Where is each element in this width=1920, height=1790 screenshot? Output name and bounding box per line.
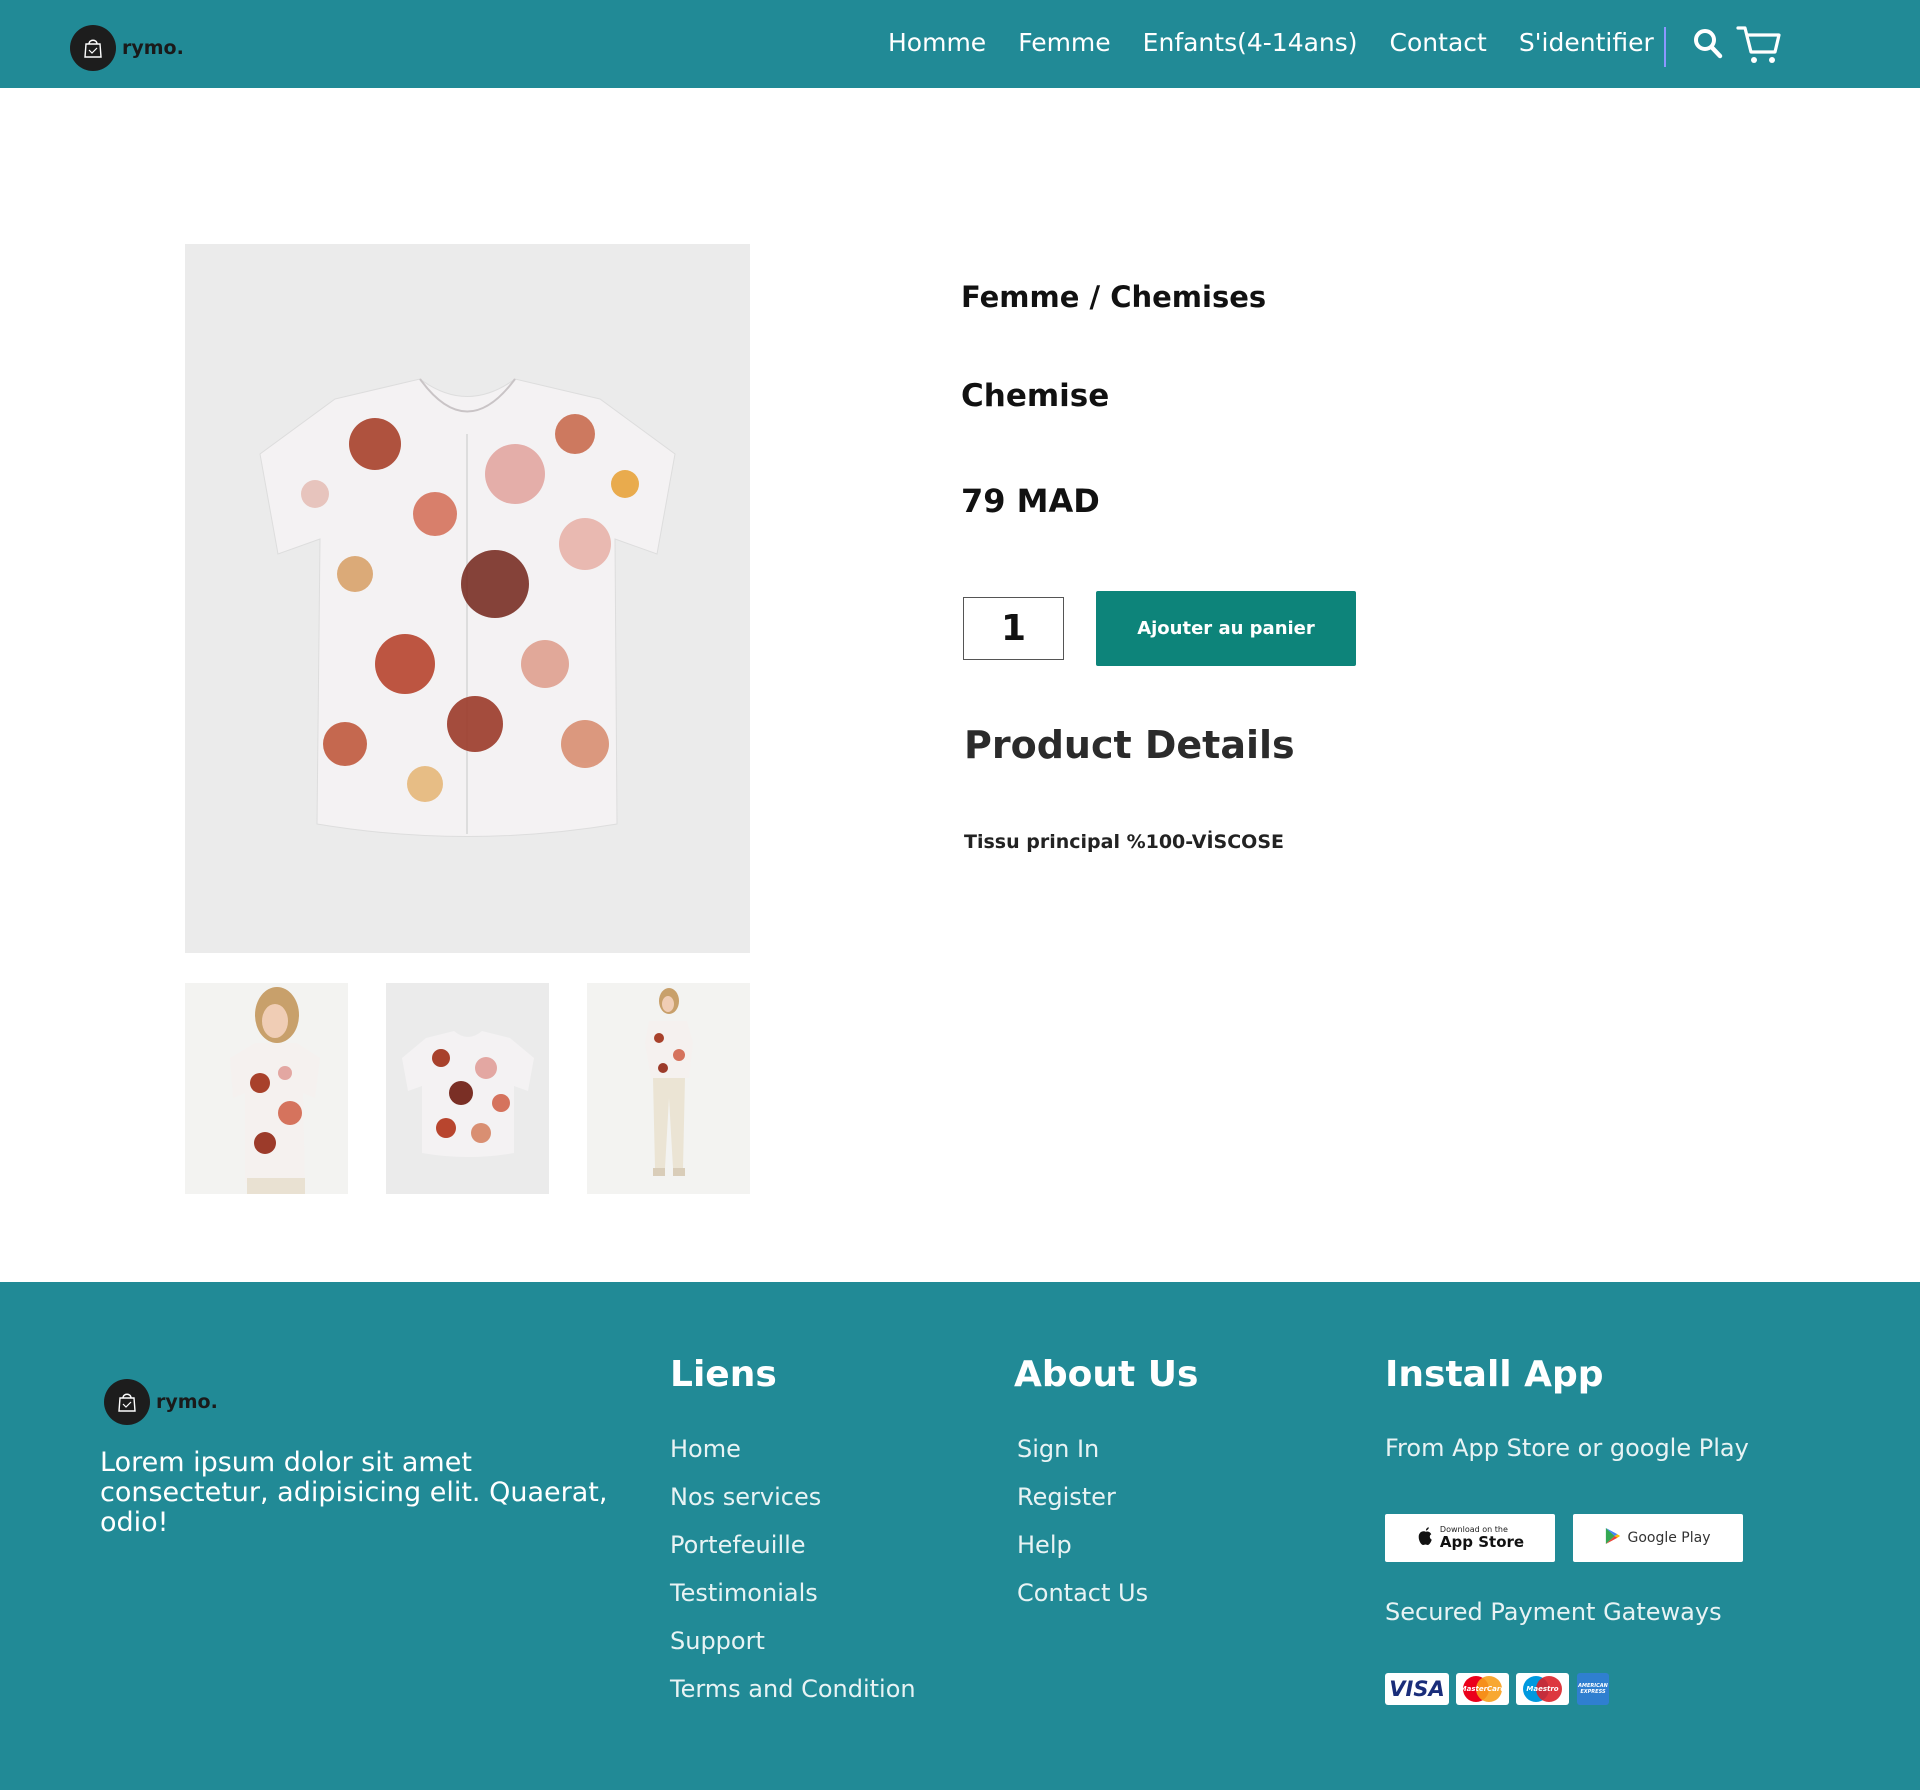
google-play-icon <box>1605 1527 1621 1549</box>
amex-label: AMERICAN EXPRESS <box>1578 1683 1608 1695</box>
main-nav: Homme Femme Enfants(4-14ans) Contact S'i… <box>888 25 1654 61</box>
shirt-flat-image <box>402 1031 534 1157</box>
footer-link-sign-in[interactable]: Sign In <box>1017 1435 1099 1463</box>
footer-link-support[interactable]: Support <box>670 1627 765 1655</box>
brand-name: rymo. <box>122 37 184 59</box>
footer-liens-list: Home Nos services Portefeuille Testimoni… <box>670 1433 916 1721</box>
model-front-image <box>230 987 320 1194</box>
list-item: Portefeuille <box>670 1529 916 1577</box>
breadcrumb: Femme / Chemises <box>961 280 1267 314</box>
list-item: Home <box>670 1433 916 1481</box>
google-play-label: Google Play <box>1627 1530 1711 1546</box>
maestro-label: Maestro <box>1526 1685 1559 1693</box>
list-item: Help <box>1017 1529 1148 1577</box>
visa-icon: VISA <box>1385 1673 1449 1705</box>
list-item: Nos services <box>670 1481 916 1529</box>
footer-about-list: Sign In Register Help Contact Us <box>1017 1433 1148 1625</box>
product-main-image <box>185 244 750 953</box>
footer-brand-name: rymo. <box>156 1391 218 1413</box>
brand-logo[interactable]: rymo. <box>70 25 184 71</box>
product-price: 79 MAD <box>961 482 1100 520</box>
nav-link-enfants[interactable]: Enfants(4-14ans) <box>1143 25 1358 61</box>
product-details-heading: Product Details <box>964 723 1295 767</box>
mastercard-icon: MasterCard <box>1456 1673 1509 1705</box>
visa-label: VISA <box>1389 1677 1445 1701</box>
footer-description: Lorem ipsum dolor sit amet consectetur, … <box>100 1447 608 1538</box>
google-play-button[interactable]: Google Play <box>1573 1514 1743 1562</box>
mastercard-label: MasterCard <box>1459 1685 1506 1693</box>
footer-about-title: About Us <box>1014 1354 1199 1395</box>
install-subtitle: From App Store or google Play <box>1385 1434 1749 1462</box>
product-thumbnail-shirt[interactable] <box>386 983 549 1194</box>
list-item: Support <box>670 1625 916 1673</box>
footer-link-help[interactable]: Help <box>1017 1531 1072 1559</box>
footer-brand-logo[interactable]: rymo. <box>104 1379 218 1425</box>
footer-link-contact-us[interactable]: Contact Us <box>1017 1579 1148 1607</box>
nav-link-contact[interactable]: Contact <box>1390 25 1487 61</box>
amex-icon: AMERICAN EXPRESS <box>1577 1673 1609 1705</box>
product-details-text: Tissu principal %100-VİSCOSE <box>964 831 1284 853</box>
list-item: Testimonials <box>670 1577 916 1625</box>
footer: rymo. Lorem ipsum dolor sit amet consect… <box>0 1282 1920 1790</box>
shopping-bag-icon <box>70 25 116 71</box>
shopping-bag-icon <box>104 1379 150 1425</box>
maestro-icon: Maestro <box>1516 1673 1569 1705</box>
footer-install-title: Install App <box>1385 1354 1604 1395</box>
nav-link-femme[interactable]: Femme <box>1018 25 1110 61</box>
nav-link-homme[interactable]: Homme <box>888 25 986 61</box>
secured-payment-text: Secured Payment Gateways <box>1385 1598 1722 1626</box>
footer-link-portefeuille[interactable]: Portefeuille <box>670 1531 806 1559</box>
model-full-image <box>645 988 693 1176</box>
nav-divider <box>1664 27 1666 67</box>
app-store-label: App Store <box>1439 1533 1525 1551</box>
nav-link-sidentifier[interactable]: S'identifier <box>1519 25 1654 61</box>
footer-liens-title: Liens <box>670 1354 777 1395</box>
list-item: Sign In <box>1017 1433 1148 1481</box>
app-store-button[interactable]: Download on the App Store <box>1385 1514 1555 1562</box>
product-thumbnail-model-full[interactable] <box>587 983 750 1194</box>
list-item: Register <box>1017 1481 1148 1529</box>
list-item: Terms and Condition <box>670 1673 916 1721</box>
list-item: Contact Us <box>1017 1577 1148 1625</box>
search-icon[interactable] <box>1692 26 1724 62</box>
footer-link-testimonials[interactable]: Testimonials <box>670 1579 818 1607</box>
footer-link-terms[interactable]: Terms and Condition <box>670 1675 916 1703</box>
footer-link-home[interactable]: Home <box>670 1435 741 1463</box>
floral-shirt-image <box>259 378 676 837</box>
navbar: rymo. Homme Femme Enfants(4-14ans) Conta… <box>0 0 1920 88</box>
product-thumbnail-model-front[interactable] <box>185 983 348 1194</box>
apple-icon <box>1416 1525 1434 1551</box>
quantity-input[interactable] <box>963 597 1064 660</box>
footer-link-nos-services[interactable]: Nos services <box>670 1483 821 1511</box>
add-to-cart-button[interactable]: Ajouter au panier <box>1096 591 1356 666</box>
cart-icon[interactable] <box>1736 24 1782 66</box>
footer-link-register[interactable]: Register <box>1017 1483 1116 1511</box>
product-title: Chemise <box>961 378 1110 414</box>
